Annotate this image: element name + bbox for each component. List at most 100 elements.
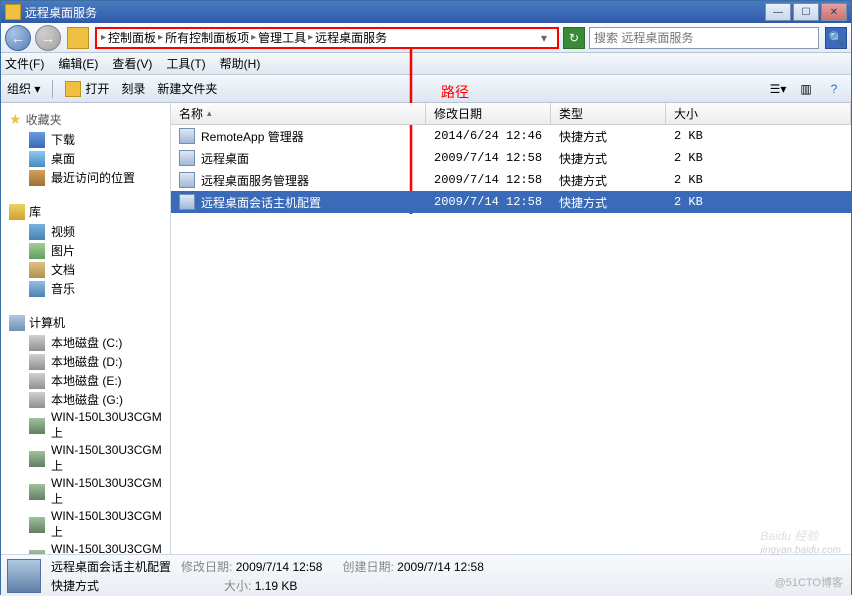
search-button[interactable]: 🔍 <box>825 27 847 49</box>
disk-icon <box>29 354 45 370</box>
preview-pane-button[interactable]: ▥ <box>795 79 817 99</box>
sidebar-item-label: 本地磁盘 (E:) <box>51 372 122 389</box>
chevron-right-icon: ▸ <box>308 32 313 43</box>
netdrive-icon <box>29 550 45 555</box>
breadcrumb-item[interactable]: 所有控制面板项 <box>165 29 249 46</box>
sidebar: ★收藏夹 下载 桌面 最近访问的位置 库 视频 图片 文档 音乐 计算机 本地磁… <box>1 103 171 554</box>
sidebar-item-videos[interactable]: 视频 <box>7 222 164 241</box>
chevron-down-icon[interactable]: ▾ <box>535 31 553 45</box>
refresh-button[interactable]: ↻ <box>563 27 585 49</box>
col-date[interactable]: 修改日期 <box>426 103 551 124</box>
menubar: 文件(F) 编辑(E) 查看(V) 工具(T) 帮助(H) <box>1 53 851 75</box>
folder-icon <box>67 27 89 49</box>
status-mod: 2009/7/14 12:58 <box>236 560 323 574</box>
breadcrumb-item[interactable]: 控制面板 <box>108 29 156 46</box>
help-button[interactable]: ? <box>823 79 845 99</box>
file-date: 2009/7/14 12:58 <box>426 151 551 165</box>
menu-file[interactable]: 文件(F) <box>5 55 44 72</box>
titlebar: 远程桌面服务 — ☐ ✕ <box>1 1 851 23</box>
file-row[interactable]: RemoteApp 管理器2014/6/24 12:46快捷方式2 KB <box>171 125 851 147</box>
sidebar-item-pictures[interactable]: 图片 <box>7 241 164 260</box>
sidebar-item-label: 文档 <box>51 261 75 278</box>
file-type: 快捷方式 <box>551 150 666 167</box>
sidebar-item-netdrive[interactable]: WIN-150L30U3CGM 上 <box>7 475 164 508</box>
file-name: 远程桌面 <box>201 150 249 167</box>
col-size[interactable]: 大小 <box>666 103 851 124</box>
breadcrumb-item[interactable]: 远程桌面服务 <box>315 29 387 46</box>
body: ★收藏夹 下载 桌面 最近访问的位置 库 视频 图片 文档 音乐 计算机 本地磁… <box>1 103 851 554</box>
minimize-button[interactable]: — <box>765 3 791 21</box>
sidebar-item-netdrive[interactable]: WIN-150L30U3CGM 上 <box>7 409 164 442</box>
menu-help[interactable]: 帮助(H) <box>220 55 261 72</box>
sidebar-item-disk[interactable]: 本地磁盘 (D:) <box>7 352 164 371</box>
file-row[interactable]: 远程桌面服务管理器2009/7/14 12:58快捷方式2 KB <box>171 169 851 191</box>
menu-view[interactable]: 查看(V) <box>112 55 152 72</box>
search-box[interactable] <box>589 27 819 49</box>
sidebar-item-label: 本地磁盘 (G:) <box>51 391 123 408</box>
menu-tools[interactable]: 工具(T) <box>166 55 205 72</box>
status-sizelabel: 大小: <box>224 579 251 593</box>
netdrive-icon <box>29 418 45 434</box>
file-row[interactable]: 远程桌面2009/7/14 12:58快捷方式2 KB <box>171 147 851 169</box>
sidebar-item-music[interactable]: 音乐 <box>7 279 164 298</box>
shortcut-icon <box>179 194 195 210</box>
open-button[interactable]: 打开 <box>65 80 109 97</box>
netdrive-icon <box>29 451 45 467</box>
sidebar-item-recent[interactable]: 最近访问的位置 <box>7 168 164 187</box>
sidebar-item-label: 视频 <box>51 223 75 240</box>
file-row[interactable]: 远程桌面会话主机配置2009/7/14 12:58快捷方式2 KB <box>171 191 851 213</box>
sort-asc-icon: ▴ <box>207 108 212 119</box>
sidebar-item-label: 本地磁盘 (D:) <box>51 353 122 370</box>
sidebar-item-label: WIN-150L30U3CGM 上 <box>51 542 162 554</box>
sidebar-favorites[interactable]: ★收藏夹 <box>7 109 164 130</box>
status-size: 1.19 KB <box>255 579 298 593</box>
sidebar-item-disk[interactable]: 本地磁盘 (E:) <box>7 371 164 390</box>
file-type: 快捷方式 <box>551 128 666 145</box>
sidebar-item-netdrive[interactable]: WIN-150L30U3CGM 上 <box>7 541 164 554</box>
menu-edit[interactable]: 编辑(E) <box>58 55 98 72</box>
address-bar[interactable]: ▸ 控制面板 ▸ 所有控制面板项 ▸ 管理工具 ▸ 远程桌面服务 ▾ <box>95 27 559 49</box>
newfolder-button[interactable]: 新建文件夹 <box>157 80 217 97</box>
sidebar-libraries[interactable]: 库 <box>7 201 164 222</box>
window-title: 远程桌面服务 <box>25 4 97 21</box>
sidebar-computer[interactable]: 计算机 <box>7 312 164 333</box>
shortcut-icon <box>179 150 195 166</box>
maximize-button[interactable]: ☐ <box>793 3 819 21</box>
sidebar-item-documents[interactable]: 文档 <box>7 260 164 279</box>
file-size: 2 KB <box>666 129 851 143</box>
shortcut-icon <box>179 128 195 144</box>
search-input[interactable] <box>594 31 814 45</box>
sidebar-item-label: 最近访问的位置 <box>51 169 135 186</box>
sidebar-item-disk[interactable]: 本地磁盘 (G:) <box>7 390 164 409</box>
folder-icon <box>5 4 21 20</box>
sidebar-item-downloads[interactable]: 下载 <box>7 130 164 149</box>
back-button[interactable]: ← <box>5 25 31 51</box>
recent-icon <box>29 170 45 186</box>
star-icon: ★ <box>9 111 22 128</box>
sidebar-item-netdrive[interactable]: WIN-150L30U3CGM 上 <box>7 508 164 541</box>
close-button[interactable]: ✕ <box>821 3 847 21</box>
file-date: 2014/6/24 12:46 <box>426 129 551 143</box>
sidebar-item-netdrive[interactable]: WIN-150L30U3CGM 上 <box>7 442 164 475</box>
col-name[interactable]: 名称▴ <box>171 103 426 124</box>
toolbar: 组织 ▾ 打开 刻录 新建文件夹 ☰▾ ▥ ? <box>1 75 851 103</box>
open-icon <box>65 81 81 97</box>
sidebar-item-desktop[interactable]: 桌面 <box>7 149 164 168</box>
navbar: ← → ▸ 控制面板 ▸ 所有控制面板项 ▸ 管理工具 ▸ 远程桌面服务 ▾ ↻… <box>1 23 851 53</box>
shortcut-icon <box>179 172 195 188</box>
col-type[interactable]: 类型 <box>551 103 666 124</box>
window-controls: — ☐ ✕ <box>763 3 847 21</box>
burn-button[interactable]: 刻录 <box>121 80 145 97</box>
view-switch-button[interactable]: ☰▾ <box>767 79 789 99</box>
sidebar-item-label: WIN-150L30U3CGM 上 <box>51 476 162 507</box>
organize-button[interactable]: 组织 ▾ <box>7 80 40 97</box>
file-size: 2 KB <box>666 173 851 187</box>
sidebar-item-label: 下载 <box>51 131 75 148</box>
file-name: 远程桌面服务管理器 <box>201 172 309 189</box>
forward-button[interactable]: → <box>35 25 61 51</box>
file-date: 2009/7/14 12:58 <box>426 195 551 209</box>
sidebar-item-label: WIN-150L30U3CGM 上 <box>51 443 162 474</box>
sidebar-item-disk[interactable]: 本地磁盘 (C:) <box>7 333 164 352</box>
disk-icon <box>29 373 45 389</box>
breadcrumb-item[interactable]: 管理工具 <box>258 29 306 46</box>
